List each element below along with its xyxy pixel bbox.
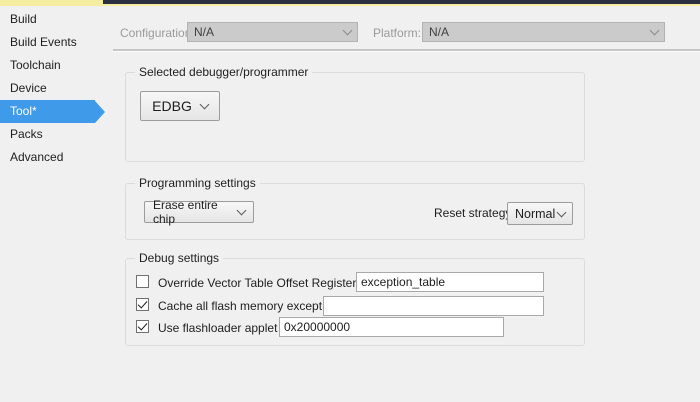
sidebar-item-device[interactable]: Device xyxy=(0,77,95,100)
sidebar-item-advanced[interactable]: Advanced xyxy=(0,146,95,169)
platform-dropdown: N/A xyxy=(422,22,665,42)
configuration-label: Configuration: xyxy=(120,26,195,40)
chevron-down-icon xyxy=(650,26,660,36)
erase-mode-value: Erase entire chip xyxy=(153,198,238,226)
chevron-down-icon xyxy=(237,206,247,216)
cache-flash-checkbox[interactable] xyxy=(136,298,149,311)
top-accent-underline xyxy=(103,4,700,6)
group-title: Programming settings xyxy=(135,176,260,190)
configuration-dropdown: N/A xyxy=(187,22,358,42)
horizontal-divider xyxy=(113,49,700,52)
erase-mode-dropdown[interactable]: Erase entire chip xyxy=(144,201,254,223)
configuration-value: N/A xyxy=(194,25,344,39)
reset-strategy-value: Normal xyxy=(515,207,555,221)
override-vtor-input[interactable] xyxy=(356,272,544,292)
sidebar-item-build[interactable]: Build xyxy=(0,8,95,31)
flashloader-label: Use flashloader applet xyxy=(158,321,277,335)
group-programming-settings: Programming settings Erase entire chip R… xyxy=(125,183,585,240)
group-title: Debug settings xyxy=(135,251,223,265)
sidebar-item-tool[interactable]: Tool* xyxy=(0,100,95,123)
top-accent-left xyxy=(0,0,103,6)
reset-strategy-label: Reset strategy xyxy=(434,206,511,220)
override-vtor-checkbox[interactable] xyxy=(136,275,149,288)
sidebar-item-packs[interactable]: Packs xyxy=(0,123,95,146)
debugger-value: EDBG xyxy=(152,98,192,114)
platform-value: N/A xyxy=(429,25,651,39)
group-debug-settings: Debug settings Override Vector Table Off… xyxy=(125,258,585,346)
sidebar-item-toolchain[interactable]: Toolchain xyxy=(0,54,95,77)
cache-flash-input[interactable] xyxy=(323,296,544,316)
settings-sidebar: Build Build Events Toolchain Device Tool… xyxy=(0,8,105,169)
debugger-dropdown[interactable]: EDBG xyxy=(140,91,220,121)
platform-label: Platform: xyxy=(373,26,421,40)
tool-settings-panel: Build Build Events Toolchain Device Tool… xyxy=(0,0,700,402)
group-title: Selected debugger/programmer xyxy=(135,65,312,79)
flashloader-input[interactable] xyxy=(279,317,504,337)
sidebar-item-build-events[interactable]: Build Events xyxy=(0,31,95,54)
chevron-down-icon xyxy=(199,100,209,110)
group-selected-debugger: Selected debugger/programmer EDBG xyxy=(125,72,585,162)
cache-flash-label: Cache all flash memory except xyxy=(158,299,322,313)
reset-strategy-dropdown[interactable]: Normal xyxy=(507,202,573,225)
chevron-down-icon xyxy=(557,207,567,217)
override-vtor-label: Override Vector Table Offset Register xyxy=(158,276,356,290)
chevron-down-icon xyxy=(343,26,353,36)
flashloader-checkbox[interactable] xyxy=(136,320,149,333)
